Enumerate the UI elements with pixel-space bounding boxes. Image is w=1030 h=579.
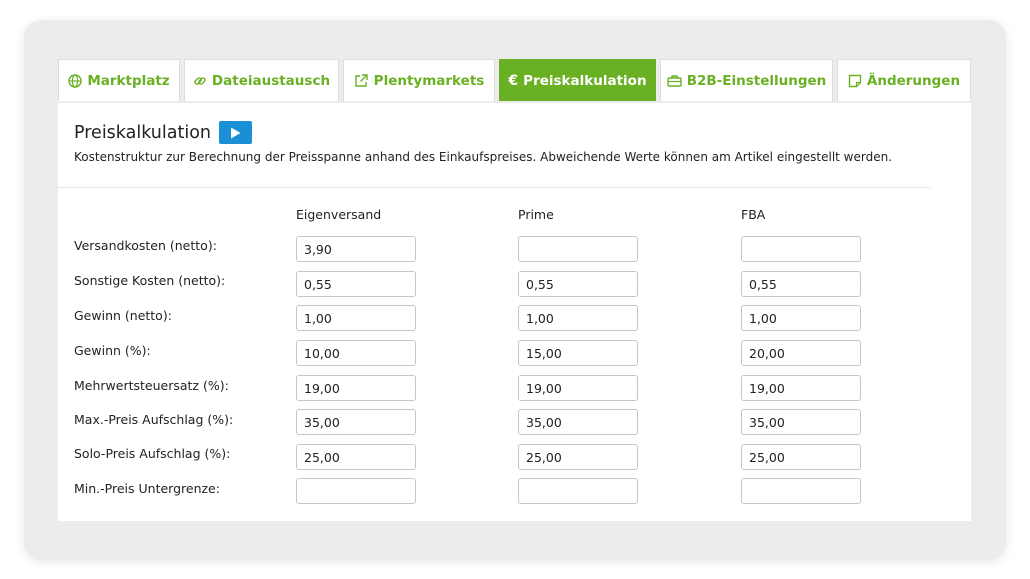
tab-marktplatz[interactable]: Marktplatz	[58, 59, 180, 101]
sonstige-kosten-prime-input[interactable]	[518, 271, 638, 297]
note-icon	[848, 74, 862, 88]
tab-b2b-einstellungen[interactable]: B2B-Einstellungen	[660, 59, 833, 101]
play-icon	[231, 127, 241, 138]
tab-label: Marktplatz	[87, 72, 170, 89]
tab-label: B2B-Einstellungen	[686, 72, 827, 89]
preiskalkulation-panel: Preiskalkulation Kostenstruktur zur Bere…	[58, 103, 971, 521]
globe-icon	[68, 73, 83, 88]
tab-label: Änderungen	[866, 72, 961, 89]
panel-description: Kostenstruktur zur Berechnung der Preiss…	[74, 150, 893, 164]
column-header-fba: FBA	[741, 207, 766, 222]
row-label-sonstige-kosten: Sonstige Kosten (netto):	[74, 273, 226, 288]
column-header-prime: Prime	[518, 207, 554, 222]
row-label-solo-preis-aufschlag: Solo-Preis Aufschlag (%):	[74, 446, 231, 461]
versandkosten-fba-input[interactable]	[741, 236, 861, 262]
row-label-versandkosten: Versandkosten (netto):	[74, 238, 217, 253]
versandkosten-prime-input[interactable]	[518, 236, 638, 262]
tab-label: Plentymarkets	[373, 72, 485, 89]
external-link-icon	[354, 73, 369, 88]
row-label-gewinn-netto: Gewinn (netto):	[74, 308, 172, 323]
mehrwertsteuersatz-prime-input[interactable]	[518, 375, 638, 401]
sonstige-kosten-eigenversand-input[interactable]	[296, 271, 416, 297]
row-label-max-preis-aufschlag: Max.-Preis Aufschlag (%):	[74, 412, 234, 427]
mehrwertsteuersatz-eigenversand-input[interactable]	[296, 375, 416, 401]
gewinn-prozent-prime-input[interactable]	[518, 340, 638, 366]
max-preis-aufschlag-eigenversand-input[interactable]	[296, 409, 416, 435]
link-icon	[193, 74, 207, 88]
tab-label: Preiskalkulation	[523, 72, 647, 89]
page-title: Preiskalkulation	[74, 122, 212, 143]
gewinn-netto-fba-input[interactable]	[741, 305, 861, 331]
versandkosten-eigenversand-input[interactable]	[296, 236, 416, 262]
solo-preis-aufschlag-fba-input[interactable]	[741, 444, 861, 470]
gewinn-prozent-fba-input[interactable]	[741, 340, 861, 366]
euro-icon: €	[508, 72, 519, 89]
tab-aenderungen[interactable]: Änderungen	[837, 59, 971, 101]
sonstige-kosten-fba-input[interactable]	[741, 271, 861, 297]
solo-preis-aufschlag-eigenversand-input[interactable]	[296, 444, 416, 470]
panel-header: Preiskalkulation	[74, 121, 253, 144]
min-preis-untergrenze-prime-input[interactable]	[518, 478, 638, 504]
solo-preis-aufschlag-prime-input[interactable]	[518, 444, 638, 470]
divider	[58, 187, 931, 188]
max-preis-aufschlag-fba-input[interactable]	[741, 409, 861, 435]
row-label-min-preis-untergrenze: Min.-Preis Untergrenze:	[74, 481, 220, 496]
gewinn-netto-eigenversand-input[interactable]	[296, 305, 416, 331]
tab-preiskalkulation[interactable]: € Preiskalkulation	[499, 59, 656, 101]
tab-label: Dateiaustausch	[211, 72, 331, 89]
briefcase-icon	[667, 74, 682, 88]
min-preis-untergrenze-fba-input[interactable]	[741, 478, 861, 504]
tab-plentymarkets[interactable]: Plentymarkets	[343, 59, 495, 101]
column-header-eigenversand: Eigenversand	[296, 207, 382, 222]
play-video-button[interactable]	[219, 121, 253, 144]
gewinn-prozent-eigenversand-input[interactable]	[296, 340, 416, 366]
tab-dateiaustausch[interactable]: Dateiaustausch	[184, 59, 339, 101]
mehrwertsteuersatz-fba-input[interactable]	[741, 375, 861, 401]
max-preis-aufschlag-prime-input[interactable]	[518, 409, 638, 435]
row-label-mehrwertsteuersatz: Mehrwertsteuersatz (%):	[74, 378, 229, 393]
row-label-gewinn-prozent: Gewinn (%):	[74, 343, 151, 358]
tab-bar: Marktplatz Dateiaustausch Plentymarkets …	[58, 59, 971, 103]
min-preis-untergrenze-eigenversand-input[interactable]	[296, 478, 416, 504]
gewinn-netto-prime-input[interactable]	[518, 305, 638, 331]
